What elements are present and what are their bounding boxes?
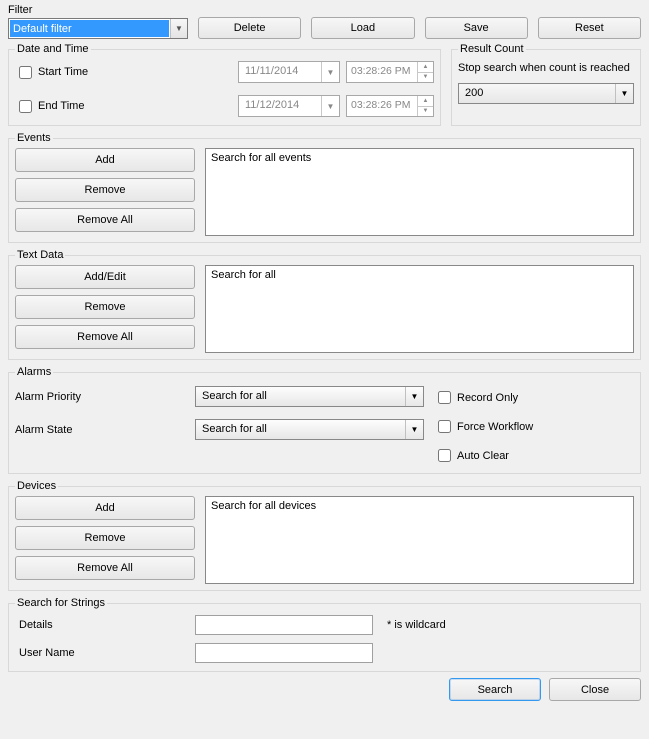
record-only-checkbox[interactable]: Record Only [434, 388, 634, 407]
events-legend: Events [15, 132, 53, 144]
chevron-down-icon[interactable]: ▼ [615, 84, 633, 103]
devices-listbox[interactable]: Search for all devices [205, 496, 634, 584]
filter-label: Filter [8, 4, 188, 16]
alarm-state-label: Alarm State [15, 424, 195, 436]
wildcard-hint: * is wildcard [387, 619, 446, 631]
alarms-group: Alarms Alarm Priority Search for all ▼ A… [8, 366, 641, 474]
end-date-field[interactable]: 11/12/2014 ▼ [238, 95, 340, 117]
chevron-down-icon[interactable]: ▼ [405, 420, 423, 439]
start-date-field[interactable]: 11/11/2014 ▼ [238, 61, 340, 83]
textdata-addedit-button[interactable]: Add/Edit [15, 265, 195, 289]
result-count-group: Result Count Stop search when count is r… [451, 43, 641, 126]
end-time-field[interactable]: 03:28:26 PM ▲▼ [346, 95, 434, 117]
save-button[interactable]: Save [425, 17, 528, 39]
start-time-checkbox[interactable] [19, 66, 32, 79]
devices-legend: Devices [15, 480, 58, 492]
chevron-down-icon[interactable]: ▼ [321, 62, 339, 82]
filter-select[interactable]: Default filter ▼ [8, 18, 188, 39]
force-workflow-checkbox[interactable]: Force Workflow [434, 417, 634, 436]
events-list-text: Search for all events [211, 152, 311, 164]
textdata-remove-button[interactable]: Remove [15, 295, 195, 319]
start-time-label: Start Time [38, 66, 238, 78]
details-label: Details [15, 619, 195, 631]
textdata-legend: Text Data [15, 249, 65, 261]
spinner-icon[interactable]: ▲▼ [417, 96, 433, 116]
datetime-legend: Date and Time [15, 43, 91, 55]
devices-list-text: Search for all devices [211, 500, 316, 512]
auto-clear-checkbox[interactable]: Auto Clear [434, 446, 634, 465]
filter-selected-value: Default filter [10, 20, 169, 37]
events-group: Events Add Remove Remove All Search for … [8, 132, 641, 243]
close-button[interactable]: Close [549, 678, 641, 701]
strings-group: Search for Strings Details * is wildcard… [8, 597, 641, 672]
textdata-remove-all-button[interactable]: Remove All [15, 325, 195, 349]
result-count-select[interactable]: 200 ▼ [458, 83, 634, 104]
search-button[interactable]: Search [449, 678, 541, 701]
chevron-down-icon[interactable]: ▼ [321, 96, 339, 116]
events-remove-button[interactable]: Remove [15, 178, 195, 202]
textdata-listbox[interactable]: Search for all [205, 265, 634, 353]
alarm-priority-select[interactable]: Search for all ▼ [195, 386, 424, 407]
textdata-list-text: Search for all [211, 269, 276, 281]
load-button[interactable]: Load [311, 17, 414, 39]
devices-remove-all-button[interactable]: Remove All [15, 556, 195, 580]
start-time-field[interactable]: 03:28:26 PM ▲▼ [346, 61, 434, 83]
end-time-checkbox[interactable] [19, 100, 32, 113]
result-count-legend: Result Count [458, 43, 526, 55]
result-count-text: Stop search when count is reached [458, 61, 634, 75]
events-listbox[interactable]: Search for all events [205, 148, 634, 236]
alarm-priority-label: Alarm Priority [15, 391, 195, 403]
devices-add-button[interactable]: Add [15, 496, 195, 520]
devices-remove-button[interactable]: Remove [15, 526, 195, 550]
reset-button[interactable]: Reset [538, 17, 641, 39]
delete-button[interactable]: Delete [198, 17, 301, 39]
events-add-button[interactable]: Add [15, 148, 195, 172]
username-label: User Name [15, 647, 195, 659]
chevron-down-icon[interactable]: ▼ [170, 19, 187, 38]
chevron-down-icon[interactable]: ▼ [405, 387, 423, 406]
strings-legend: Search for Strings [15, 597, 107, 609]
alarms-legend: Alarms [15, 366, 53, 378]
devices-group: Devices Add Remove Remove All Search for… [8, 480, 641, 591]
spinner-icon[interactable]: ▲▼ [417, 62, 433, 82]
datetime-group: Date and Time Start Time 11/11/2014 ▼ 03… [8, 43, 441, 126]
username-input[interactable] [195, 643, 373, 663]
details-input[interactable] [195, 615, 373, 635]
events-remove-all-button[interactable]: Remove All [15, 208, 195, 232]
end-time-label: End Time [38, 100, 238, 112]
alarm-state-select[interactable]: Search for all ▼ [195, 419, 424, 440]
textdata-group: Text Data Add/Edit Remove Remove All Sea… [8, 249, 641, 360]
